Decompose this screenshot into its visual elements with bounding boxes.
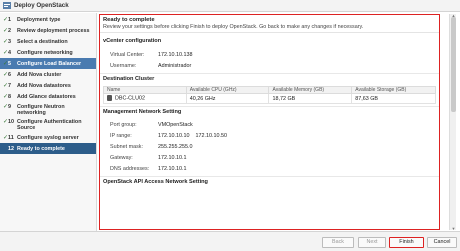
vertical-scrollbar[interactable]: ▲ ▼ — [449, 14, 457, 231]
main-panel: Ready to complete Review your settings b… — [98, 13, 460, 231]
title-bar: Deploy OpenStack — [0, 0, 460, 12]
cluster-table: Name Available CPU (GHz) Available Memor… — [103, 86, 436, 104]
window-title: Deploy OpenStack — [14, 2, 69, 9]
step-11[interactable]: ✓ 11 Configure syslog server — [0, 132, 96, 143]
summary-box: Ready to complete Review your settings b… — [99, 14, 440, 230]
step-6[interactable]: ✓ 6 Add Nova cluster — [0, 69, 96, 80]
col-header: Name — [103, 86, 187, 94]
cancel-button[interactable]: Cancel — [427, 237, 457, 248]
step-9[interactable]: ✓ 9 Configure Neutron networking — [0, 102, 96, 117]
next-button[interactable]: Next — [358, 237, 386, 248]
step-12[interactable]: 12 Ready to complete — [0, 143, 96, 154]
divider — [100, 176, 439, 177]
back-button[interactable]: Back — [322, 237, 354, 248]
summary-header: Ready to complete Review your settings b… — [100, 15, 439, 33]
kv-row: Subnet mask: 255.255.255.0 — [110, 143, 193, 150]
kv-row: Port group: VMOpenStack — [110, 121, 193, 128]
summary-scroll-area[interactable]: vCenter configuration Virtual Center: 172… — [100, 34, 439, 229]
step-4[interactable]: ✓ 4 Configure networking — [0, 47, 96, 58]
kv-row: Username: Administrador — [110, 62, 192, 69]
section-api-network: OpenStack API Access Network Setting — [103, 179, 208, 185]
col-header: Available Memory (GB) — [268, 86, 353, 94]
page-title: Ready to complete — [103, 17, 155, 23]
table-row: DBC-CLU02 40,26 GHz 18,72 GB 87,63 GB — [103, 93, 436, 104]
page-subtitle: Review your settings before clicking Fin… — [103, 24, 364, 30]
step-8[interactable]: ✓ 8 Add Glance datastores — [0, 91, 96, 102]
finish-button[interactable]: Finish — [389, 237, 424, 248]
step-7[interactable]: ✓ 7 Add Nova datastores — [0, 80, 96, 91]
scrollbar-thumb[interactable] — [451, 17, 456, 112]
scroll-down-arrow-icon[interactable]: ▼ — [450, 227, 457, 231]
divider — [100, 106, 439, 107]
app-icon — [3, 2, 11, 9]
col-header: Available Storage (GB) — [351, 86, 436, 94]
kv-row: Virtual Center: 172.10.10.138 — [110, 51, 193, 58]
step-5[interactable]: ✓ 5 Configure Load Balancer — [0, 58, 96, 69]
step-1[interactable]: ✓ 1 Deployment type — [0, 14, 96, 25]
step-10[interactable]: ✓ 10 Configure Authentication Source — [0, 117, 96, 132]
kv-row: DNS addresses: 172.10.10.1 — [110, 165, 187, 172]
wizard-footer: Back Next Finish Cancel — [0, 231, 460, 251]
cluster-icon — [107, 95, 112, 102]
step-3[interactable]: ✓ 3 Select a destination — [0, 36, 96, 47]
kv-row: IP range: 172.10.10.10 172.10.10.50 — [110, 132, 227, 139]
step-2[interactable]: ✓ 2 Review deployment process — [0, 25, 96, 36]
kv-row: Gateway: 172.10.10.1 — [110, 154, 187, 161]
wizard-steps: ✓ 1 Deployment type ✓ 2 Review deployment pr… — [0, 13, 97, 231]
divider — [100, 73, 439, 74]
col-header: Available CPU (GHz) — [185, 86, 270, 94]
